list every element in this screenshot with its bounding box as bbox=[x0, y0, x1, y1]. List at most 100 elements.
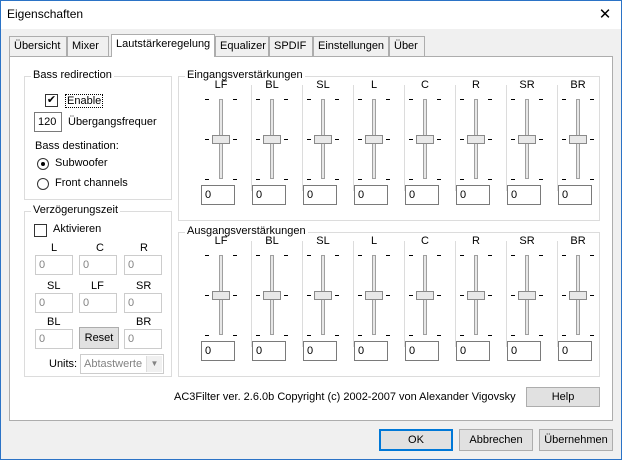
output-gain-label-sl: SL bbox=[316, 235, 330, 247]
input-gain-slider-thumb-lf[interactable] bbox=[212, 135, 230, 144]
slider-tick bbox=[307, 295, 311, 296]
output-gain-slider-thumb-r[interactable] bbox=[467, 291, 485, 300]
volume-tab-panel: Bass redirection ✔ Enable 120 Übergangsf… bbox=[9, 56, 613, 421]
input-gain-value-input-br[interactable]: 0 bbox=[558, 185, 592, 205]
output-gain-value-input-l[interactable]: 0 bbox=[354, 341, 388, 361]
input-gain-slider-thumb-sl[interactable] bbox=[314, 135, 332, 144]
channel-divider bbox=[404, 241, 405, 347]
help-button[interactable]: Help bbox=[526, 387, 600, 407]
enable-label: Enable bbox=[65, 94, 104, 108]
channel-divider bbox=[557, 85, 558, 191]
delay-label-sr: SR bbox=[136, 280, 152, 292]
output-gain-slider-thumb-lf[interactable] bbox=[212, 291, 230, 300]
slider-tick bbox=[233, 295, 237, 296]
tab-about[interactable]: Über bbox=[389, 36, 425, 56]
bass-destination-label: Bass destination: bbox=[35, 140, 119, 152]
output-gain-value-input-sr[interactable]: 0 bbox=[507, 341, 541, 361]
input-gain-value-input-bl[interactable]: 0 bbox=[252, 185, 286, 205]
input-gain-slider-thumb-sr[interactable] bbox=[518, 135, 536, 144]
input-gain-value-input-lf[interactable]: 0 bbox=[201, 185, 235, 205]
slider-tick bbox=[562, 255, 566, 256]
slider-tick bbox=[409, 179, 413, 180]
output-gain-slider-thumb-sl[interactable] bbox=[314, 291, 332, 300]
input-gain-value-input-r[interactable]: 0 bbox=[456, 185, 490, 205]
delay-input-sl[interactable]: 0 bbox=[35, 293, 73, 313]
input-gain-value-input-sr[interactable]: 0 bbox=[507, 185, 541, 205]
input-gain-value-input-c[interactable]: 0 bbox=[405, 185, 439, 205]
title-bar: Eigenschaften ✕ bbox=[1, 1, 621, 29]
tab-settings[interactable]: Einstellungen bbox=[313, 36, 389, 56]
close-button[interactable]: ✕ bbox=[595, 5, 615, 25]
slider-tick bbox=[409, 295, 413, 296]
delay-label-l: L bbox=[51, 242, 58, 254]
slider-tick bbox=[460, 335, 464, 336]
delay-reset-button[interactable]: Reset bbox=[79, 327, 119, 349]
tab-volume[interactable]: Lautstärkeregelung bbox=[111, 34, 215, 57]
input-gain-slider-thumb-c[interactable] bbox=[416, 135, 434, 144]
tab-mixer[interactable]: Mixer bbox=[67, 36, 109, 56]
input-gain-label-r: R bbox=[472, 79, 480, 91]
apply-button[interactable]: Übernehmen bbox=[539, 429, 613, 451]
channel-divider bbox=[251, 241, 252, 347]
subwoofer-radio[interactable] bbox=[37, 158, 49, 170]
slider-tick bbox=[590, 139, 594, 140]
slider-tick bbox=[205, 179, 209, 180]
cancel-button[interactable]: Abbrechen bbox=[459, 429, 533, 451]
channel-divider bbox=[302, 85, 303, 191]
slider-tick bbox=[460, 255, 464, 256]
output-gain-slider-thumb-sr[interactable] bbox=[518, 291, 536, 300]
output-gain-value-input-br[interactable]: 0 bbox=[558, 341, 592, 361]
slider-tick bbox=[233, 99, 237, 100]
slider-tick bbox=[590, 99, 594, 100]
input-gain-value-input-sl[interactable]: 0 bbox=[303, 185, 337, 205]
output-gain-slider-thumb-l[interactable] bbox=[365, 291, 383, 300]
input-gain-slider-thumb-bl[interactable] bbox=[263, 135, 281, 144]
slider-tick bbox=[256, 295, 260, 296]
front-channels-label: Front channels bbox=[55, 177, 128, 189]
output-gain-value-input-c[interactable]: 0 bbox=[405, 341, 439, 361]
slider-tick bbox=[205, 139, 209, 140]
slider-tick bbox=[307, 179, 311, 180]
output-gain-slider-thumb-bl[interactable] bbox=[263, 291, 281, 300]
delay-input-r[interactable]: 0 bbox=[124, 255, 162, 275]
delay-input-br[interactable]: 0 bbox=[124, 329, 162, 349]
delay-input-lf[interactable]: 0 bbox=[79, 293, 117, 313]
slider-tick bbox=[307, 335, 311, 336]
input-gain-value-input-l[interactable]: 0 bbox=[354, 185, 388, 205]
slider-tick bbox=[562, 179, 566, 180]
activate-delay-checkbox[interactable] bbox=[34, 224, 47, 237]
tab-overview[interactable]: Übersicht bbox=[9, 36, 67, 56]
delay-input-bl[interactable]: 0 bbox=[35, 329, 73, 349]
input-gain-slider-thumb-l[interactable] bbox=[365, 135, 383, 144]
output-gain-value-input-r[interactable]: 0 bbox=[456, 341, 490, 361]
front-channels-radio[interactable] bbox=[37, 178, 49, 190]
slider-tick bbox=[511, 335, 515, 336]
input-gain-label-c: C bbox=[421, 79, 429, 91]
output-gain-value-input-lf[interactable]: 0 bbox=[201, 341, 235, 361]
output-gain-label-r: R bbox=[472, 235, 480, 247]
output-gain-label-bl: BL bbox=[265, 235, 279, 247]
crossover-frequency-input[interactable]: 120 bbox=[34, 112, 62, 132]
slider-tick bbox=[358, 255, 362, 256]
slider-tick bbox=[358, 335, 362, 336]
slider-tick bbox=[233, 335, 237, 336]
output-gain-slider-thumb-c[interactable] bbox=[416, 291, 434, 300]
input-gain-slider-thumb-r[interactable] bbox=[467, 135, 485, 144]
enable-checkbox[interactable]: ✔ bbox=[45, 94, 58, 107]
slider-tick bbox=[335, 99, 339, 100]
ok-button[interactable]: OK bbox=[379, 429, 453, 451]
tab-equalizer[interactable]: Equalizer bbox=[215, 36, 269, 56]
output-gain-value-input-sl[interactable]: 0 bbox=[303, 341, 337, 361]
delay-input-c[interactable]: 0 bbox=[79, 255, 117, 275]
output-gain-slider-thumb-br[interactable] bbox=[569, 291, 587, 300]
tab-spdif[interactable]: SPDIF bbox=[269, 36, 313, 56]
units-select[interactable]: Abtastwerte ▼ bbox=[80, 354, 164, 374]
input-gain-slider-thumb-br[interactable] bbox=[569, 135, 587, 144]
delay-input-l[interactable]: 0 bbox=[35, 255, 73, 275]
slider-tick bbox=[205, 255, 209, 256]
slider-tick bbox=[307, 99, 311, 100]
delay-input-sr[interactable]: 0 bbox=[124, 293, 162, 313]
output-gain-value-input-bl[interactable]: 0 bbox=[252, 341, 286, 361]
slider-tick bbox=[284, 255, 288, 256]
slider-tick bbox=[511, 295, 515, 296]
